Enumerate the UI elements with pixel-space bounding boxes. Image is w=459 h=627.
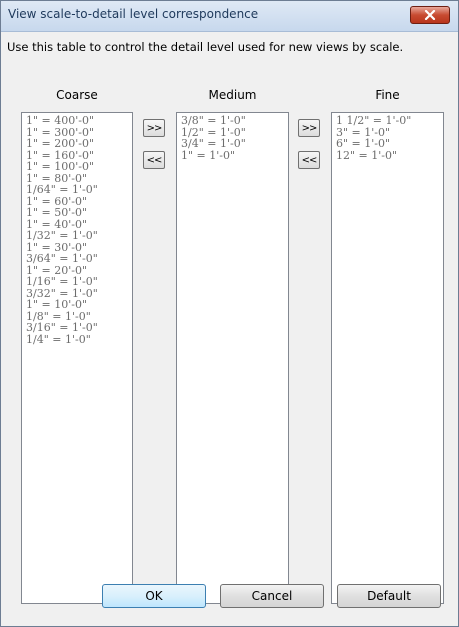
title-bar: View scale-to-detail level correspondenc… bbox=[1, 1, 458, 32]
ok-button[interactable]: OK bbox=[102, 584, 206, 608]
coarse-header: Coarse bbox=[56, 88, 98, 102]
fine-listbox[interactable]: 1 1/2" = 1'-0" 3" = 1'-0" 6" = 1'-0" 12" = … bbox=[331, 112, 444, 604]
medium-header: Medium bbox=[208, 88, 257, 102]
list-item[interactable]: 1/64" = 1'-0" bbox=[26, 184, 128, 196]
list-item[interactable]: 3/64" = 1'-0" bbox=[26, 253, 128, 265]
list-item[interactable]: 1/4" = 1'-0" bbox=[26, 333, 128, 346]
list-item[interactable]: 1/16" = 1'-0" bbox=[26, 276, 128, 288]
list-item[interactable]: 12" = 1'-0" bbox=[336, 149, 439, 162]
list-item[interactable]: 1" = 50'-0" bbox=[26, 207, 128, 219]
move-to-medium-button[interactable]: >> bbox=[143, 119, 165, 137]
list-item[interactable]: 3/16" = 1'-0" bbox=[26, 322, 128, 334]
fine-header: Fine bbox=[375, 88, 400, 102]
list-item[interactable]: 1" = 200'-0" bbox=[26, 138, 128, 150]
list-item[interactable]: 1" = 10'-0" bbox=[26, 299, 128, 311]
close-button[interactable] bbox=[410, 6, 450, 24]
coarse-listbox[interactable]: 1" = 400'-0" 1" = 300'-0" 1" = 200'-0" 1" =… bbox=[21, 112, 133, 604]
cancel-button[interactable]: Cancel bbox=[220, 584, 324, 608]
list-item[interactable]: 6" = 1'-0" bbox=[336, 138, 439, 150]
list-item[interactable]: 1" = 1'-0" bbox=[181, 149, 284, 162]
list-item[interactable]: 1 1/2" = 1'-0" bbox=[336, 115, 439, 127]
dialog-content: Use this table to control the detail lev… bbox=[2, 32, 457, 625]
default-button[interactable]: Default bbox=[337, 584, 441, 608]
close-icon bbox=[424, 10, 436, 20]
list-item[interactable]: 3/8" = 1'-0" bbox=[181, 115, 284, 127]
window-title: View scale-to-detail level correspondenc… bbox=[8, 7, 259, 21]
list-item[interactable]: 1/32" = 1'-0" bbox=[26, 230, 128, 242]
medium-listbox[interactable]: 3/8" = 1'-0" 1/2" = 1'-0" 3/4" = 1'-0" 1" =… bbox=[176, 112, 289, 604]
dialog-window: View scale-to-detail level correspondenc… bbox=[0, 0, 459, 627]
list-item[interactable]: 3/4" = 1'-0" bbox=[181, 138, 284, 150]
list-item[interactable]: 1" = 400'-0" bbox=[26, 115, 128, 127]
instructions-text: Use this table to control the detail lev… bbox=[7, 40, 404, 54]
move-to-fine-button[interactable]: >> bbox=[298, 119, 320, 137]
move-to-medium-from-fine-button[interactable]: << bbox=[298, 151, 320, 169]
move-to-coarse-button[interactable]: << bbox=[143, 151, 165, 169]
list-item[interactable]: 1" = 100'-0" bbox=[26, 161, 128, 173]
